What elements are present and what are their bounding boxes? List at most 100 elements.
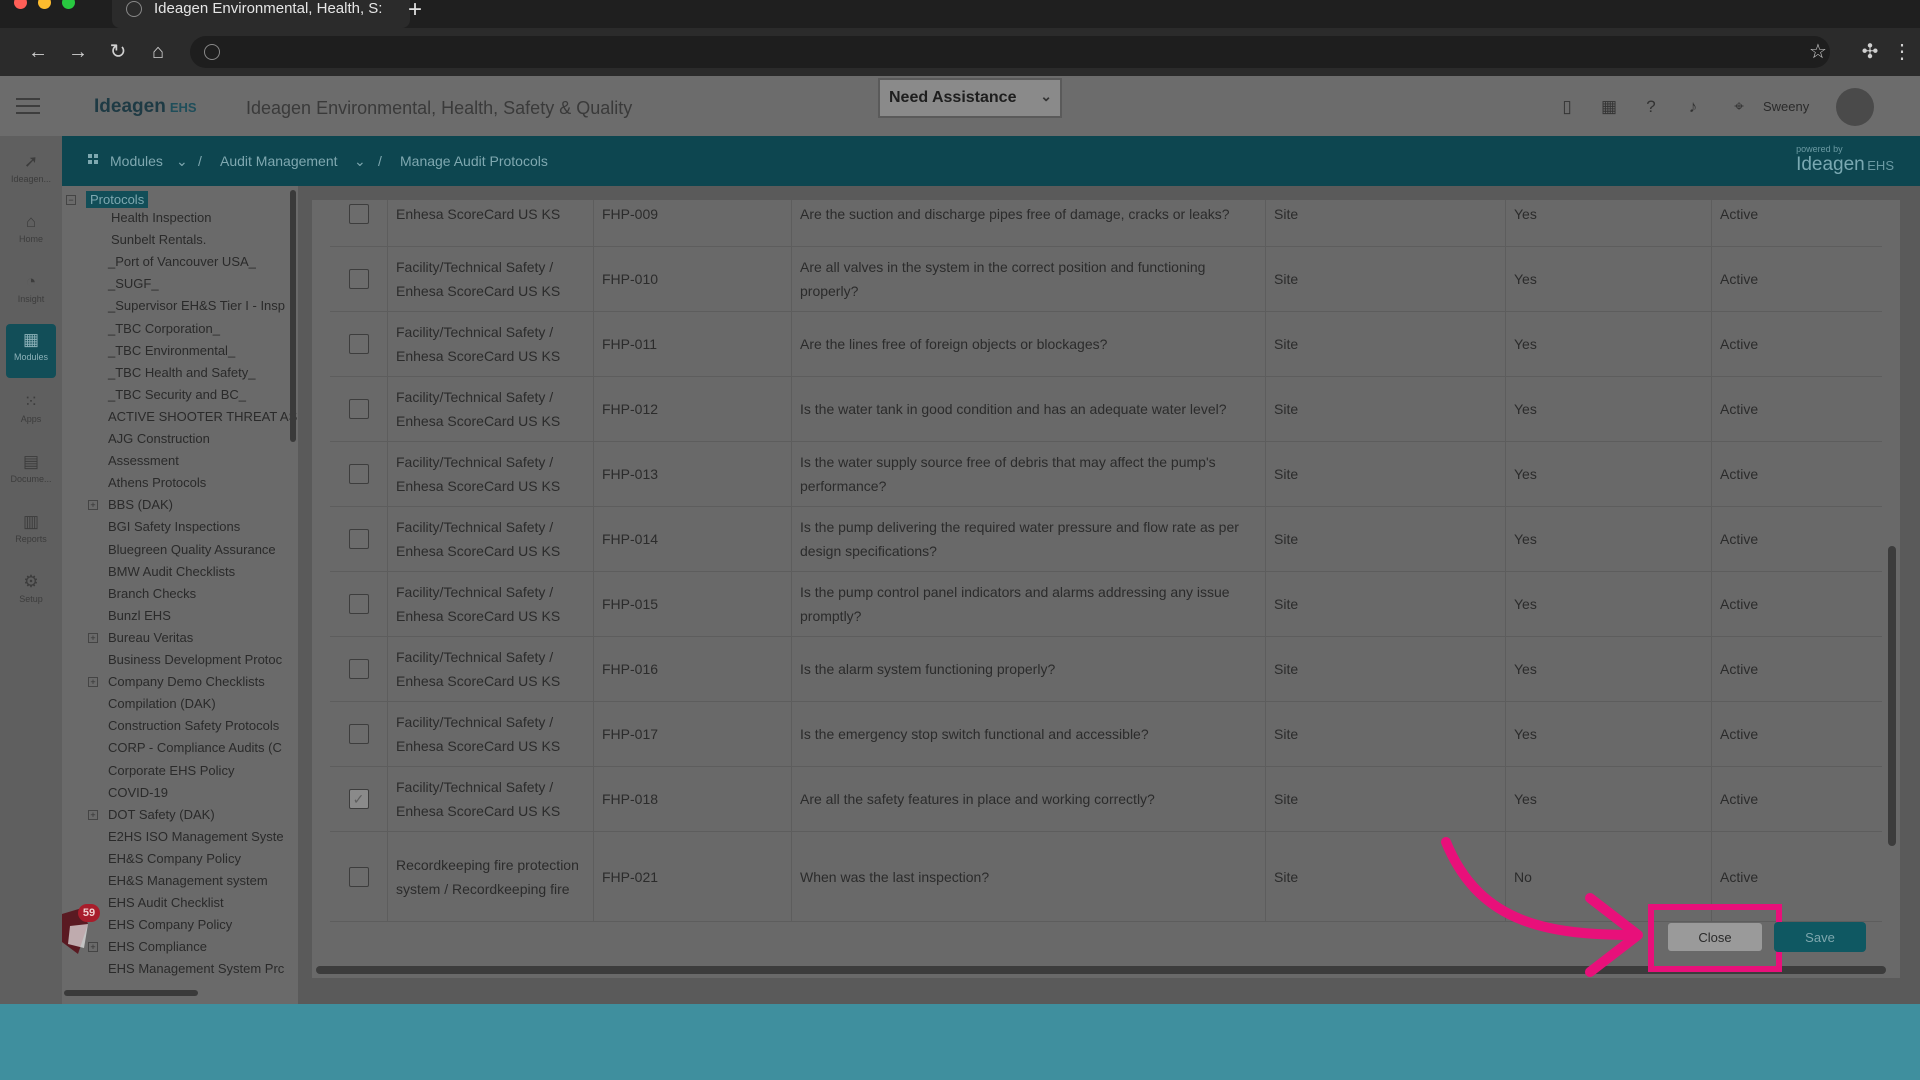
tree-node[interactable]: EHS Audit Checklist: [108, 895, 224, 910]
table-row[interactable]: Enhesa ScoreCard US KS FHP-009 Are the suc…: [330, 200, 1882, 247]
close-button[interactable]: Close: [1668, 923, 1762, 951]
calendar-icon[interactable]: ▦: [1598, 96, 1620, 118]
tree-node[interactable]: EH&S Management system: [108, 873, 268, 888]
row-checkbox[interactable]: [348, 399, 369, 419]
table-row[interactable]: ✓ Facility/Technical Safety / Enhesa Scor…: [330, 767, 1882, 832]
expand-plus-icon[interactable]: +: [88, 632, 98, 643]
user-name[interactable]: Sweeny: [1763, 99, 1809, 114]
tree-node[interactable]: BMW Audit Checklists: [108, 564, 235, 579]
tree-node[interactable]: COVID-19: [108, 785, 168, 800]
window-maximize-dot[interactable]: [62, 0, 75, 9]
table-row[interactable]: Facility/Technical Safety / Enhesa Score…: [330, 507, 1882, 572]
browser-tab[interactable]: Ideagen Environmental, Health, S:: [112, 0, 410, 28]
site-info-icon[interactable]: [204, 44, 220, 60]
tree-node[interactable]: Athens Protocols: [108, 475, 206, 490]
tree-node[interactable]: Health Inspection: [111, 210, 211, 225]
tree-vertical-scrollbar[interactable]: [290, 190, 296, 442]
extensions-puzzle-icon[interactable]: ✣: [1856, 38, 1884, 66]
tree-node[interactable]: + Company Demo Checklists: [88, 674, 265, 689]
expand-plus-icon[interactable]: +: [88, 809, 98, 820]
bell-icon[interactable]: ♪: [1682, 96, 1704, 118]
hamburger-menu-icon[interactable]: [16, 98, 40, 114]
tree-node[interactable]: Construction Safety Protocols: [108, 718, 279, 733]
table-row[interactable]: Facility/Technical Safety / Enhesa Score…: [330, 572, 1882, 637]
row-checkbox[interactable]: [348, 659, 369, 679]
rail-item-reports[interactable]: ▥ Reports: [6, 506, 56, 556]
help-icon[interactable]: ?: [1640, 96, 1662, 118]
home-icon[interactable]: ⌂: [144, 38, 172, 66]
tree-node[interactable]: _Supervisor EH&S Tier I - Insp: [108, 298, 285, 313]
notification-widget[interactable]: 59: [58, 904, 102, 962]
rail-item-ideagen[interactable]: ➚ Ideagen...: [6, 146, 56, 196]
table-row[interactable]: Facility/Technical Safety / Enhesa Score…: [330, 247, 1882, 312]
table-row[interactable]: Facility/Technical Safety / Enhesa Score…: [330, 312, 1882, 377]
window-close-dot[interactable]: [14, 0, 27, 9]
tree-node[interactable]: Bluegreen Quality Assurance: [108, 542, 276, 557]
tree-node[interactable]: + DOT Safety (DAK): [88, 807, 215, 822]
expand-plus-icon[interactable]: +: [88, 500, 98, 511]
breadcrumb-modules[interactable]: Modules: [110, 153, 163, 169]
row-checkbox[interactable]: [348, 724, 369, 744]
tree-node[interactable]: _TBC Corporation_: [108, 321, 220, 336]
row-checkbox[interactable]: [348, 334, 369, 354]
rail-item-documents[interactable]: ▤ Docume...: [6, 446, 56, 496]
table-row[interactable]: Facility/Technical Safety / Enhesa Score…: [330, 702, 1882, 767]
tree-horizontal-scrollbar[interactable]: [64, 990, 198, 996]
mobile-device-icon[interactable]: ▯: [1556, 96, 1578, 118]
reload-icon[interactable]: ↻: [104, 38, 132, 66]
tree-node[interactable]: Branch Checks: [108, 586, 196, 601]
address-bar[interactable]: [190, 36, 1830, 68]
tree-node[interactable]: _TBC Health and Safety_: [108, 365, 255, 380]
window-minimize-dot[interactable]: [38, 0, 51, 9]
tree-node[interactable]: Assessment: [108, 453, 179, 468]
avatar[interactable]: [1836, 88, 1874, 126]
rail-item-apps[interactable]: ⁙ Apps: [6, 386, 56, 436]
tree-node[interactable]: Sunbelt Rentals.: [111, 232, 206, 247]
save-button[interactable]: Save: [1774, 922, 1866, 952]
tree-node[interactable]: + BBS (DAK): [88, 497, 173, 512]
row-checkbox[interactable]: [348, 269, 369, 289]
expand-plus-icon[interactable]: +: [88, 677, 98, 688]
tree-node[interactable]: + Bureau Veritas: [88, 630, 193, 645]
location-pin-icon[interactable]: ⌖: [1728, 96, 1750, 118]
tree-node[interactable]: Bunzl EHS: [108, 608, 171, 623]
back-arrow-icon[interactable]: ←: [24, 38, 52, 66]
tree-node[interactable]: _Port of Vancouver USA_: [108, 254, 256, 269]
tree-node[interactable]: _TBC Environmental_: [108, 343, 235, 358]
tree-collapse-toggle[interactable]: −: [66, 195, 76, 205]
table-row[interactable]: Facility/Technical Safety / Enhesa Score…: [330, 377, 1882, 442]
row-checkbox[interactable]: [348, 866, 369, 887]
row-checkbox[interactable]: [348, 204, 369, 224]
tree-node[interactable]: ACTIVE SHOOTER THREAT AS: [108, 409, 297, 424]
tree-node[interactable]: EHS Management System Prc: [108, 961, 284, 976]
chevron-down-icon[interactable]: ⌄: [176, 153, 188, 170]
rail-item-insight[interactable]: ◔ Insight: [6, 266, 56, 316]
breadcrumb-audit-management[interactable]: Audit Management: [220, 153, 338, 169]
row-checkbox[interactable]: [348, 594, 369, 614]
tree-node[interactable]: E2HS ISO Management Syste: [108, 829, 284, 844]
tree-node[interactable]: _SUGF_: [108, 276, 159, 291]
table-row[interactable]: Facility/Technical Safety / Enhesa Score…: [330, 637, 1882, 702]
rail-item-home[interactable]: ⌂ Home: [6, 206, 56, 256]
tree-node[interactable]: CORP - Compliance Audits (C: [108, 740, 282, 755]
tree-node[interactable]: Business Development Protoc: [108, 652, 282, 667]
tree-node[interactable]: EHS Company Policy: [108, 917, 232, 932]
forward-arrow-icon[interactable]: →: [64, 38, 92, 66]
need-assistance-select[interactable]: Need Assistance ⌄: [878, 78, 1062, 118]
table-row[interactable]: Facility/Technical Safety / Enhesa Score…: [330, 442, 1882, 507]
tree-node[interactable]: BGI Safety Inspections: [108, 519, 240, 534]
rail-item-setup[interactable]: ⚙ Setup: [6, 566, 56, 616]
browser-menu-icon[interactable]: ⋮: [1888, 38, 1916, 66]
tree-node[interactable]: _TBC Security and BC_: [108, 387, 246, 402]
row-checkbox[interactable]: [348, 529, 369, 549]
table-vertical-scrollbar[interactable]: [1888, 546, 1896, 846]
bookmark-star-icon[interactable]: ☆: [1804, 38, 1832, 66]
tree-node[interactable]: Corporate EHS Policy: [108, 763, 234, 778]
tree-node[interactable]: + EHS Compliance: [88, 939, 207, 954]
rail-item-modules[interactable]: ▦ Modules: [6, 324, 56, 378]
tree-node[interactable]: AJG Construction: [108, 431, 210, 446]
tree-root-protocols[interactable]: Protocols: [86, 191, 149, 208]
new-tab-button[interactable]: +: [408, 0, 422, 24]
app-logo[interactable]: Ideagen EHS: [94, 96, 197, 118]
tree-node[interactable]: EH&S Company Policy: [108, 851, 241, 866]
